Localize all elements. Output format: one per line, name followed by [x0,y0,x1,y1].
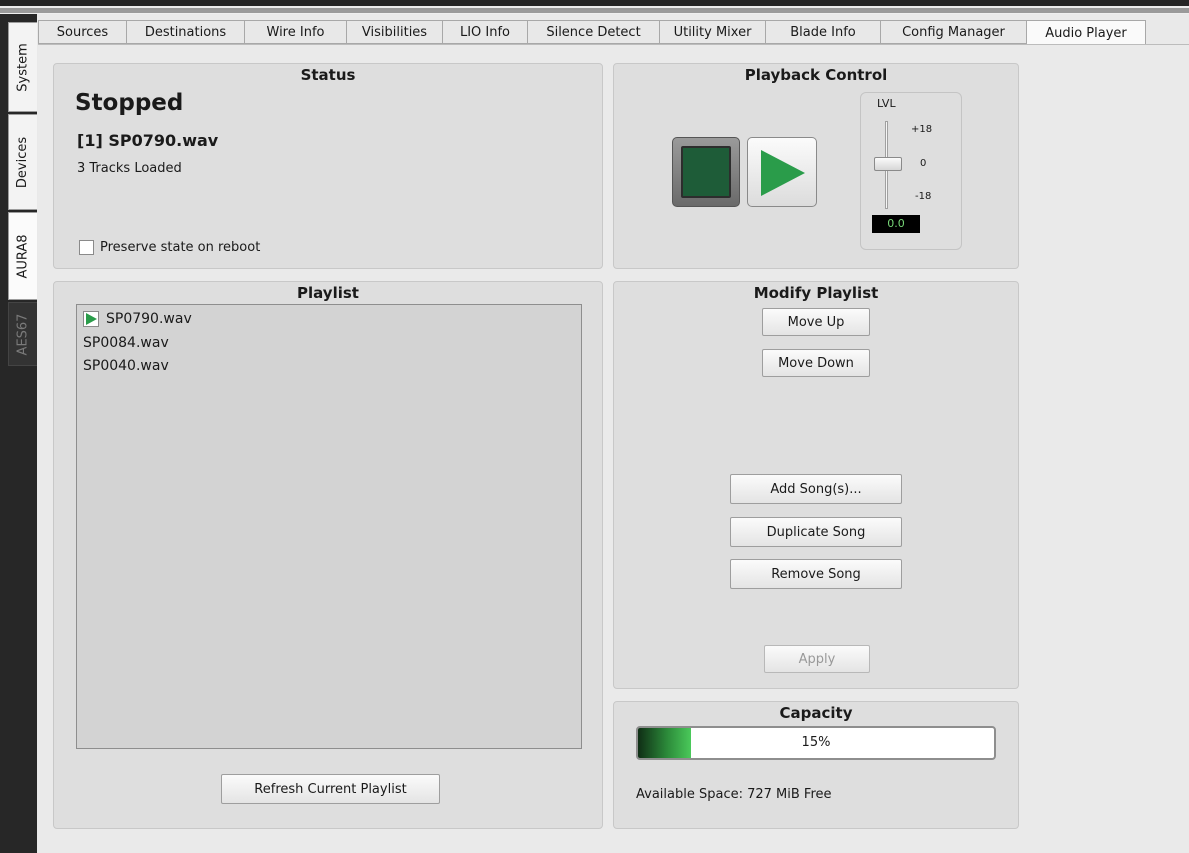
top-tab-bar: Sources Destinations Wire Info Visibilit… [38,20,1146,45]
tracks-loaded: 3 Tracks Loaded [77,161,182,176]
list-item[interactable]: SP0790.wav [83,311,192,327]
side-tab-label: AES67 [15,313,31,355]
side-tab-bar: System Devices AURA8 AES67 [0,14,37,853]
list-item[interactable]: SP0040.wav [83,358,169,374]
playback-control-panel: Playback Control LVL +18 0 -18 0.0 [613,63,1019,269]
tab-utility-mixer[interactable]: Utility Mixer [659,20,765,44]
status-title: Status [300,66,356,84]
playlist-panel: Playlist SP0790.wav SP0084.wav SP0040.wa… [53,281,603,829]
duplicate-song-button[interactable]: Duplicate Song [730,517,902,547]
available-space: Available Space: 727 MiB Free [636,787,832,802]
side-tab-label: AURA8 [15,233,31,279]
tab-lio-info[interactable]: LIO Info [442,20,527,44]
level-scale-top: +18 [911,124,933,135]
stop-button[interactable] [672,137,740,207]
list-item-label: SP0790.wav [106,311,192,327]
stop-icon [681,146,731,198]
playlist-title: Playlist [297,284,359,302]
level-slider-handle[interactable] [874,157,902,171]
side-tab-system[interactable]: System [8,22,37,112]
play-icon [761,150,805,196]
capacity-title: Capacity [779,704,853,722]
move-up-button[interactable]: Move Up [762,308,870,336]
apply-button[interactable]: Apply [764,645,870,673]
level-readout: 0.0 [872,215,920,233]
tab-silence-detect[interactable]: Silence Detect [527,20,659,44]
play-button[interactable] [747,137,817,207]
status-panel: Status Stopped [1] SP0790.wav 3 Tracks L… [53,63,603,269]
remove-song-button[interactable]: Remove Song [730,559,902,589]
side-tab-aura8[interactable]: AURA8 [8,212,37,300]
top-separator [0,8,1189,13]
preserve-state-checkbox[interactable] [79,240,94,255]
side-tab-label: Devices [15,136,31,188]
playback-control-title: Playback Control [744,66,888,84]
list-item[interactable]: SP0084.wav [83,335,169,351]
level-label: LVL [877,97,896,110]
modify-playlist-panel: Modify Playlist Move Up Move Down Add So… [613,281,1019,689]
refresh-playlist-button[interactable]: Refresh Current Playlist [221,774,440,804]
preserve-state-label: Preserve state on reboot [100,240,261,255]
add-songs-button[interactable]: Add Song(s)... [730,474,902,504]
capacity-percent: 15% [801,735,831,750]
play-icon [83,311,99,327]
move-down-button[interactable]: Move Down [762,349,870,377]
audio-player-page: Status Stopped [1] SP0790.wav 3 Tracks L… [38,44,1189,853]
side-tab-devices[interactable]: Devices [8,114,37,210]
tab-config-manager[interactable]: Config Manager [880,20,1026,44]
current-track: [1] SP0790.wav [77,131,219,150]
modify-playlist-title: Modify Playlist [753,284,879,302]
tab-destinations[interactable]: Destinations [126,20,244,44]
side-tab-aes67[interactable]: AES67 [8,302,37,366]
top-frame [0,0,1189,6]
level-scale-mid: 0 [920,158,927,169]
tab-sources[interactable]: Sources [38,20,126,44]
window-top-bar [0,0,1189,14]
tab-visibilities[interactable]: Visibilities [346,20,442,44]
level-scale-bottom: -18 [915,191,932,202]
capacity-panel: Capacity 15% Available Space: 727 MiB Fr… [613,701,1019,829]
tab-wire-info[interactable]: Wire Info [244,20,346,44]
tab-blade-info[interactable]: Blade Info [765,20,880,44]
playback-state: Stopped [75,90,184,116]
side-tab-label: System [15,42,31,92]
playlist-list[interactable]: SP0790.wav SP0084.wav SP0040.wav [76,304,582,749]
level-control: LVL +18 0 -18 0.0 [860,92,962,250]
tab-audio-player[interactable]: Audio Player [1026,20,1146,45]
capacity-bar: 15% [636,726,996,760]
